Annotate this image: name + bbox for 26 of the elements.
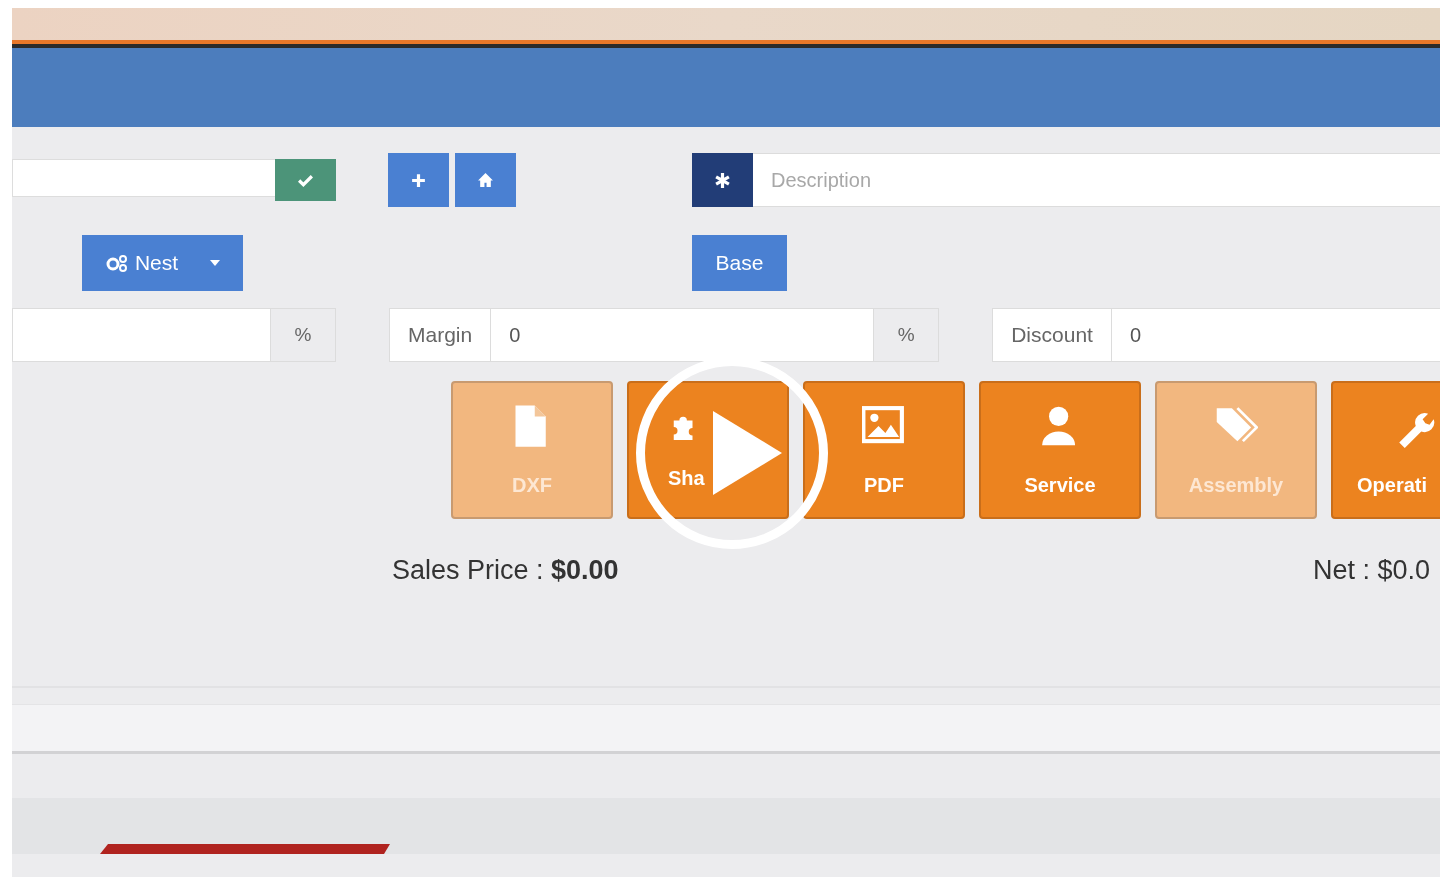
plus-icon xyxy=(410,171,427,189)
number-field[interactable]: 0 xyxy=(491,308,874,362)
home-button[interactable] xyxy=(455,153,516,207)
sales-price-text: Sales Price : $0.00 xyxy=(392,554,619,586)
play-icon xyxy=(712,411,782,495)
asterisk-icon xyxy=(714,171,731,189)
number-field[interactable]: 0 xyxy=(1111,308,1440,362)
home-icon xyxy=(477,171,494,189)
tile-button[interactable]: PDF xyxy=(803,381,965,519)
base-button[interactable]: Base xyxy=(692,235,787,291)
nest-button[interactable]: Nest xyxy=(82,235,243,291)
field-label: Discount xyxy=(992,308,1112,362)
description-field[interactable]: Description xyxy=(753,153,1440,207)
confirm-button[interactable] xyxy=(275,159,336,201)
asterisk-button[interactable] xyxy=(692,153,753,207)
tile-button[interactable]: Operati xyxy=(1331,381,1440,519)
gears-icon xyxy=(104,253,129,273)
caret-icon xyxy=(210,260,221,266)
unit-label: % xyxy=(873,308,940,362)
add-button[interactable] xyxy=(388,153,449,207)
percent-field[interactable] xyxy=(12,308,270,362)
net-total-text: Net : $0.0 xyxy=(1313,554,1432,586)
unit-label: % xyxy=(270,308,336,362)
text-field[interactable] xyxy=(12,159,275,197)
field-label: Margin xyxy=(389,308,492,362)
tile-button[interactable]: Service xyxy=(979,381,1141,519)
